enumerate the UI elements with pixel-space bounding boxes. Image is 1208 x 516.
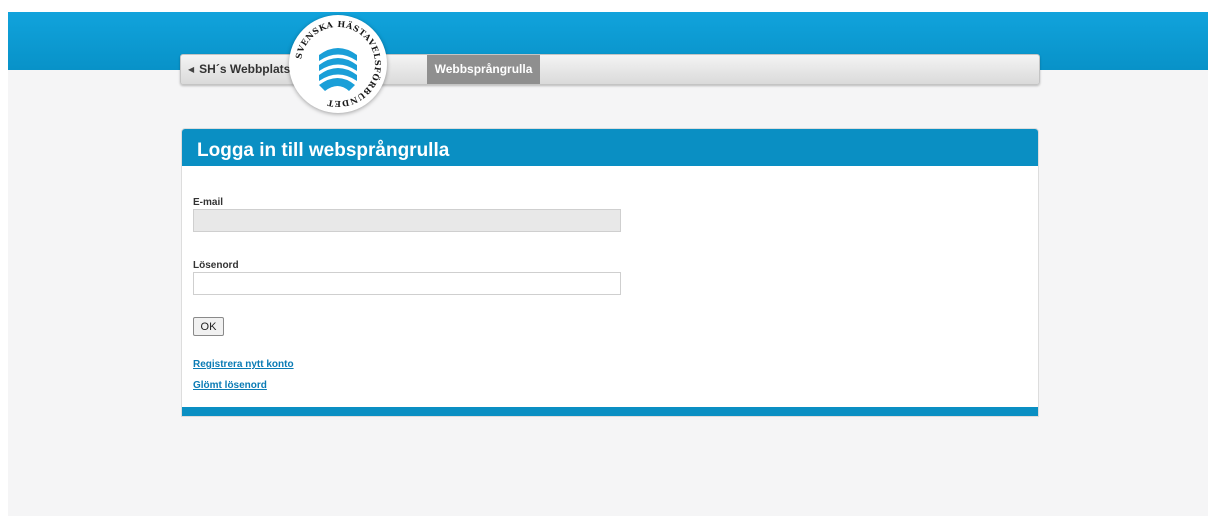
panel-header: Logga in till websprångrulla bbox=[182, 129, 1038, 166]
password-field[interactable] bbox=[193, 272, 621, 295]
page-title: Logga in till websprångrulla bbox=[197, 140, 450, 161]
password-label: Lösenord bbox=[193, 260, 239, 271]
caret-left-icon: ◀ bbox=[188, 65, 195, 74]
tab-webbsprangrulla[interactable]: Webbsprångrulla bbox=[427, 55, 540, 84]
login-panel: Logga in till websprångrulla E-mail Löse… bbox=[181, 128, 1039, 417]
email-label: E-mail bbox=[193, 197, 224, 208]
panel-footer bbox=[182, 407, 1038, 416]
back-link-sh-webbplats[interactable]: ◀ SH´s Webbplats bbox=[188, 55, 290, 84]
ok-button[interactable]: OK bbox=[193, 317, 224, 336]
email-field[interactable] bbox=[193, 209, 621, 232]
back-link-label: SH´s Webbplats bbox=[199, 62, 291, 76]
logo-emblem-icon: SVENSKA HÄSTAVELSFÖRBUNDET bbox=[291, 17, 385, 111]
forgot-password-link[interactable]: Glömt lösenord bbox=[193, 380, 267, 391]
svenska-hastavelsforbundet-logo[interactable]: SVENSKA HÄSTAVELSFÖRBUNDET bbox=[289, 15, 387, 113]
register-account-link[interactable]: Registrera nytt konto bbox=[193, 359, 294, 370]
